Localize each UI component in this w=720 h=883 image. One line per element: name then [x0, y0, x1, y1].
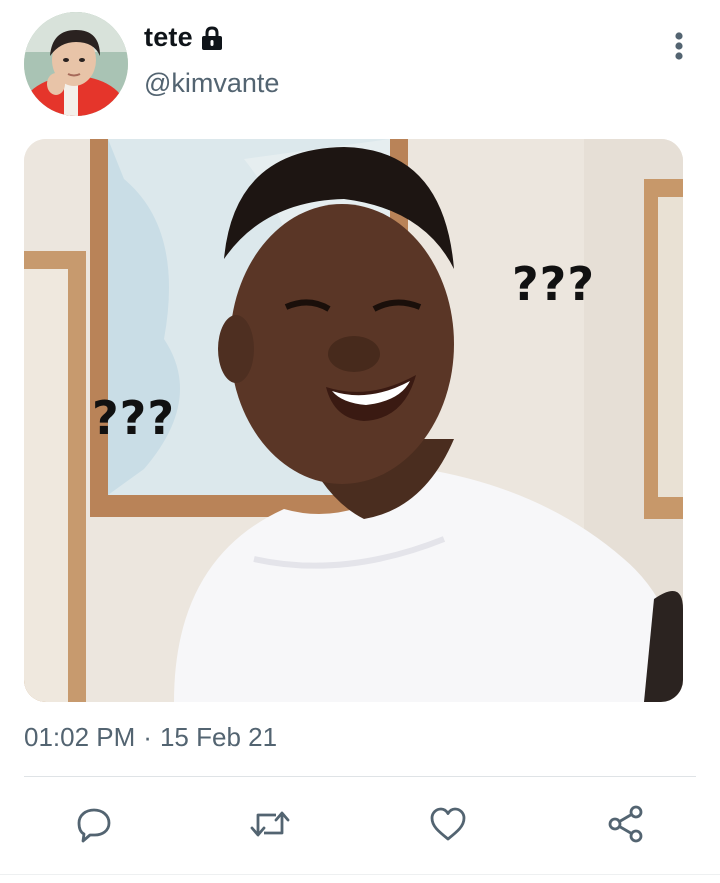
like-button[interactable] [426, 802, 470, 846]
meta-separator: · [143, 722, 152, 752]
tweet: tete @kimvante ??? ??? 01:02 PM · 15 Feb… [0, 0, 720, 883]
retweet-icon [250, 811, 290, 837]
display-name[interactable]: tete [144, 22, 193, 53]
share-icon [608, 805, 643, 843]
bottom-divider [0, 874, 720, 875]
retweet-button[interactable] [248, 802, 292, 846]
meme-caption-right: ??? [512, 257, 596, 311]
reply-icon [77, 808, 111, 843]
reply-button[interactable] [72, 802, 116, 846]
author-handle[interactable]: @kimvante [144, 68, 279, 99]
like-icon [430, 807, 466, 841]
tweet-time[interactable]: 01:02 PM [24, 722, 135, 753]
lock-icon [199, 25, 225, 52]
tweet-date[interactable]: 15 Feb 21 [160, 722, 277, 753]
tweet-timestamp: 01:02 PM · 15 Feb 21 [24, 722, 277, 753]
divider [24, 776, 696, 777]
share-button[interactable] [604, 802, 648, 846]
more-options-icon[interactable] [664, 26, 694, 66]
meme-caption-left: ??? [92, 391, 176, 445]
avatar-image [24, 12, 128, 116]
tweet-media-image[interactable]: ??? ??? [24, 139, 683, 702]
author-name-row: tete [144, 22, 225, 53]
avatar[interactable] [24, 12, 128, 116]
